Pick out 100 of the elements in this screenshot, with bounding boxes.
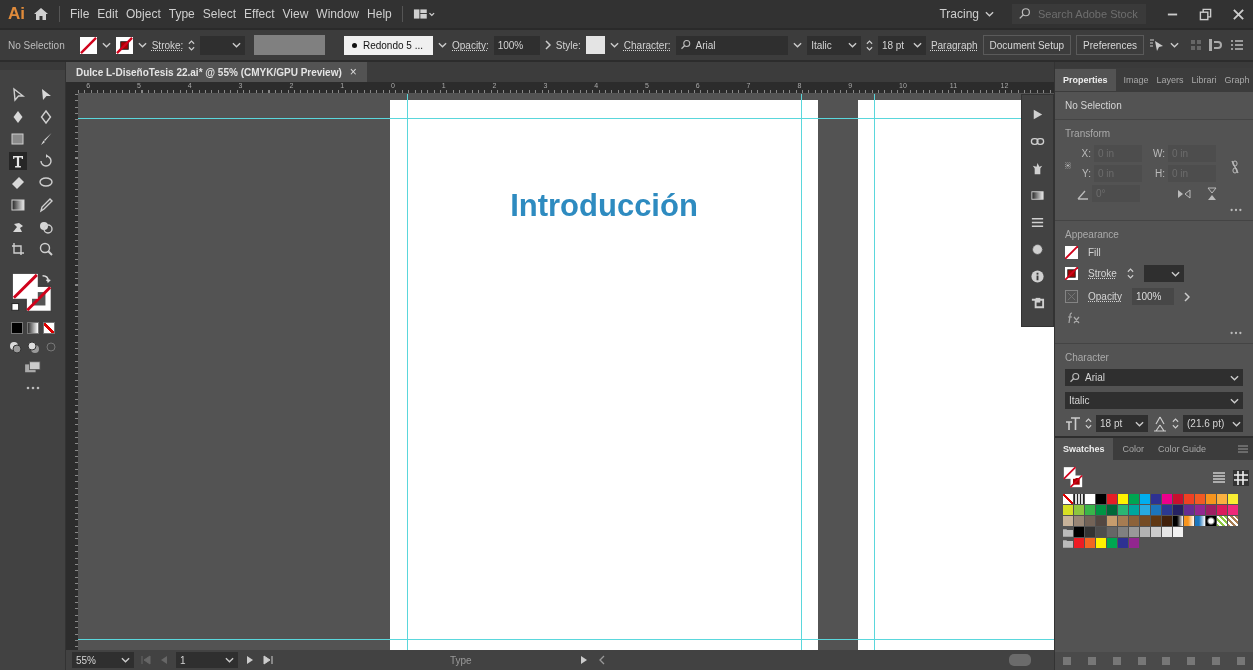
color-swatch[interactable] — [1063, 505, 1073, 515]
menu-item[interactable]: Select — [202, 7, 237, 21]
color-swatch[interactable] — [1096, 494, 1106, 504]
transform-icon[interactable] — [1030, 296, 1045, 311]
gradient-icon[interactable] — [8, 196, 27, 214]
menu-item[interactable]: Type — [168, 7, 195, 21]
search-icon[interactable] — [1069, 371, 1081, 384]
gradient-mode-icon[interactable] — [26, 322, 39, 334]
toolbar-button[interactable]: Document Setup — [982, 35, 1072, 55]
chevron-icon[interactable] — [225, 657, 234, 663]
spinner-icon[interactable] — [865, 38, 873, 52]
color-swatch[interactable] — [1074, 505, 1084, 515]
font-dropdown[interactable]: Arial — [1065, 369, 1243, 386]
draw-behind-icon[interactable] — [25, 340, 40, 354]
color-swatch[interactable] — [1107, 505, 1117, 515]
more-icon[interactable] — [24, 386, 41, 390]
chevron-icon[interactable] — [101, 42, 111, 48]
color-swatch[interactable] — [1206, 494, 1216, 504]
chevron-icon[interactable] — [1135, 420, 1144, 427]
opacity-field[interactable]: 100% — [1131, 288, 1174, 305]
stroke-weight-dropdown[interactable] — [1143, 265, 1184, 282]
font-size-dropdown[interactable]: 18 pt — [877, 35, 926, 55]
chevron-icon[interactable] — [847, 42, 857, 48]
color-swatch[interactable] — [1074, 494, 1084, 504]
info-icon[interactable] — [1030, 269, 1045, 284]
color-swatch[interactable] — [1096, 538, 1106, 548]
menu-item[interactable]: Help — [367, 7, 392, 21]
close-icon[interactable] — [1232, 7, 1245, 21]
color-swatch[interactable] — [1085, 494, 1095, 504]
spinner-icon[interactable] — [1126, 267, 1134, 280]
color-swatch[interactable] — [1074, 527, 1084, 537]
leading-dropdown[interactable]: (21.6 pt) — [1183, 415, 1243, 432]
chevron-icon[interactable] — [1230, 374, 1239, 381]
color-swatch[interactable] — [1173, 516, 1183, 526]
color-swatch[interactable] — [1184, 516, 1194, 526]
color-swatch[interactable] — [1107, 538, 1117, 548]
chevron-icon[interactable] — [1170, 270, 1180, 277]
panel-tab[interactable]: Color — [1118, 438, 1149, 460]
menu-item[interactable]: Object — [126, 7, 161, 21]
color-swatch[interactable] — [1217, 516, 1227, 526]
flip-horizontal-icon[interactable] — [1177, 186, 1191, 201]
color-swatch[interactable] — [1162, 494, 1172, 504]
document-tab[interactable]: Dulce L-DiseñoTesis 22.ai* @ 55% (CMYK/GPU Preview) × — [66, 62, 367, 82]
color-swatch[interactable] — [1118, 516, 1128, 526]
color-swatch[interactable] — [1118, 494, 1128, 504]
close-tab-button[interactable]: × — [349, 65, 357, 79]
panel-tab[interactable]: Layers — [1156, 69, 1184, 91]
color-swatch[interactable] — [1151, 527, 1161, 537]
sun-icon[interactable] — [1030, 242, 1045, 257]
color-swatch[interactable] — [1151, 505, 1161, 515]
color-swatch[interactable] — [1151, 494, 1161, 504]
search-icon[interactable] — [679, 39, 692, 51]
stroke-label[interactable]: Stroke — [1088, 268, 1117, 279]
color-swatch[interactable] — [1140, 494, 1150, 504]
home-icon[interactable] — [33, 6, 49, 22]
gradient-icon[interactable] — [1030, 188, 1045, 203]
spinner-icon[interactable] — [1172, 417, 1179, 430]
color-swatch[interactable] — [1173, 527, 1183, 537]
menu-item[interactable]: View — [282, 7, 309, 21]
more-options-icon[interactable] — [1229, 208, 1243, 212]
color-swatch[interactable] — [1151, 516, 1161, 526]
color-swatch[interactable] — [1228, 494, 1238, 504]
opacity-label[interactable]: Opacity: — [452, 39, 489, 51]
color-swatch[interactable] — [1129, 538, 1139, 548]
chevron-icon[interactable] — [438, 42, 447, 48]
search-icon[interactable] — [1012, 4, 1034, 24]
color-swatch[interactable] — [1217, 505, 1227, 515]
chevron-icon[interactable] — [609, 42, 619, 48]
menu-item[interactable]: Window — [316, 7, 360, 21]
figure-icon[interactable] — [1030, 161, 1045, 176]
menu-item[interactable]: Edit — [97, 7, 119, 21]
color-swatch[interactable] — [1063, 494, 1073, 504]
color-swatch[interactable] — [1184, 505, 1194, 515]
menu-icon[interactable] — [1237, 443, 1249, 455]
color-swatch[interactable] — [1195, 505, 1205, 515]
stroke-swatch[interactable] — [115, 36, 133, 54]
color-swatch[interactable] — [1184, 494, 1194, 504]
color-swatch[interactable] — [1085, 505, 1095, 515]
toolbar-button[interactable]: Preferences — [1076, 35, 1144, 55]
color-swatch[interactable] — [1228, 505, 1238, 515]
color-swatch[interactable] — [1063, 516, 1073, 526]
stroke-swatch[interactable] — [1065, 267, 1078, 280]
chevron-icon[interactable] — [1170, 42, 1179, 48]
effects-icon[interactable] — [1067, 311, 1081, 325]
opacity-label[interactable]: Opacity — [1088, 291, 1122, 302]
fill-stroke-drawing[interactable] — [1063, 466, 1083, 490]
color-swatch[interactable] — [1173, 505, 1183, 515]
color-mode-icon[interactable] — [10, 322, 23, 334]
character-label[interactable]: Character: — [623, 39, 671, 51]
color-swatch[interactable] — [1129, 505, 1139, 515]
color-swatch[interactable] — [1096, 516, 1106, 526]
more-options-icon[interactable] — [1229, 331, 1243, 335]
color-swatch[interactable] — [1118, 527, 1128, 537]
chevron-icon[interactable] — [121, 657, 130, 663]
panel-tab[interactable]: Properties — [1055, 69, 1116, 91]
scrollbar-thumb[interactable] — [1008, 654, 1031, 666]
opacity-icon[interactable] — [1065, 290, 1078, 303]
square-icon[interactable] — [8, 130, 27, 148]
panel-tab[interactable]: Color Guide — [1154, 438, 1211, 460]
panel-tab[interactable]: Image — [1123, 69, 1149, 91]
